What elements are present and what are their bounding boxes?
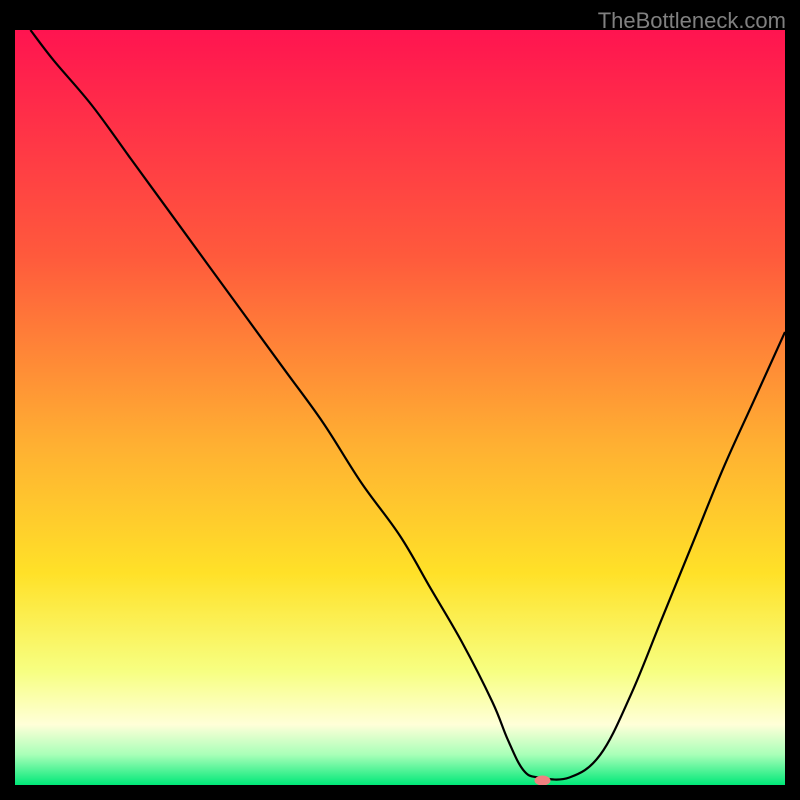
chart-background <box>15 30 785 785</box>
watermark-text: TheBottleneck.com <box>598 8 786 34</box>
chart-plot-area <box>15 30 785 785</box>
chart-svg <box>15 30 785 785</box>
